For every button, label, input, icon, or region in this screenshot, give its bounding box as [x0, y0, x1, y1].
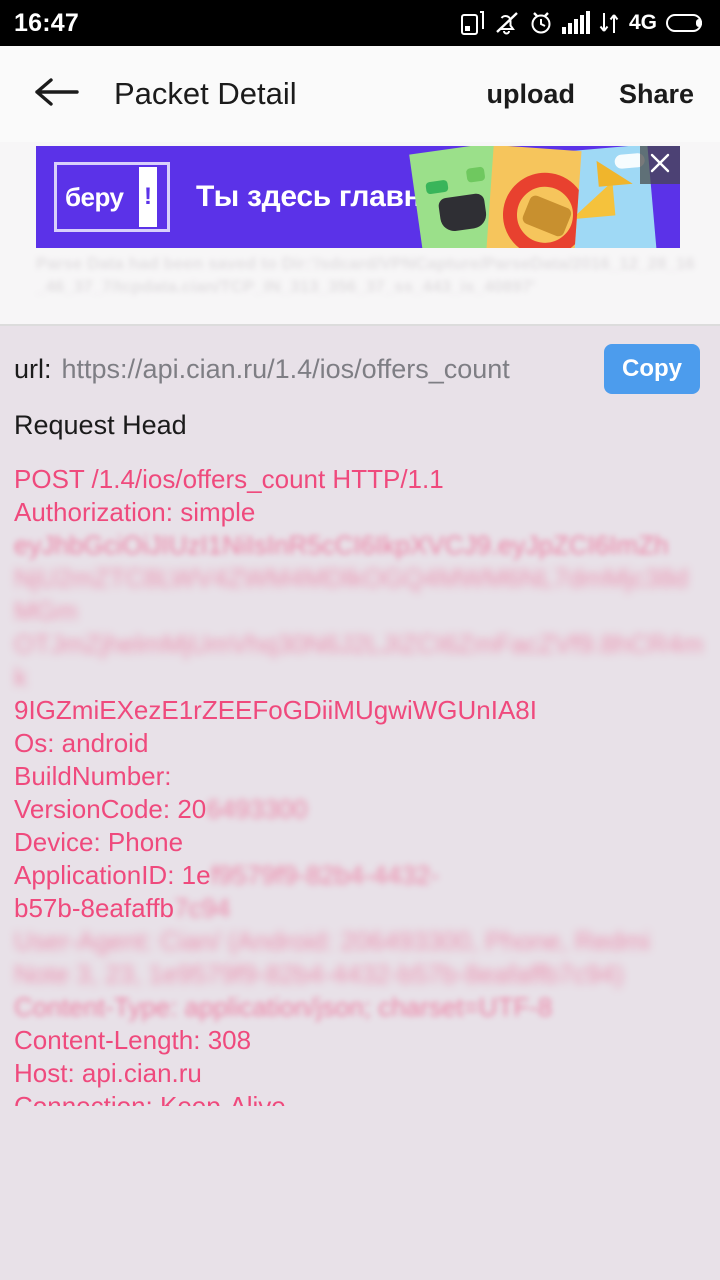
ad-logo-text: беру [65, 181, 124, 212]
request-head-line: Content-Type: application/json; charset=… [14, 992, 553, 1022]
packet-detail-content[interactable]: url: https://api.cian.ru/1.4/ios/offers_… [0, 326, 720, 1106]
app-bar: Packet Detail upload Share [0, 46, 720, 142]
ad-logo: беру ! [54, 162, 170, 232]
close-icon [649, 152, 671, 179]
data-transfer-icon [599, 11, 619, 35]
request-head-line: Host: api.cian.ru [14, 1058, 202, 1088]
request-head-line: ApplicationID: 1ef9579f9-82b4-4432- [14, 860, 439, 890]
request-head-line: eyJhbGciOiJIUzI1NiIsInR5cCI6IkpXVCJ9.eyJ… [14, 530, 669, 560]
request-head-lines[interactable]: POST /1.4/ios/offers_count HTTP/1.1 Autho… [0, 441, 720, 1106]
arrow-left-icon [33, 77, 79, 112]
page-title: Packet Detail [114, 76, 297, 111]
request-head-line: User-Agent: Cian/ (Android: 206493300, P… [14, 926, 650, 956]
ad-card-orange [486, 146, 582, 248]
request-head-line: VersionCode: 206493300 [14, 794, 308, 824]
ad-close-button[interactable] [640, 146, 680, 184]
url-label: url: [14, 353, 52, 384]
alarm-clock-icon [529, 10, 553, 36]
ad-logo-mark: ! [139, 167, 157, 227]
multi-window-icon [460, 10, 485, 36]
status-bar-clock: 16:47 [14, 8, 79, 37]
request-head-line: 9IGZmiEXezE1rZEEFoGDiiMUgwiWGUnIA8I [14, 695, 537, 725]
redacted-value: 6493300 [206, 794, 308, 824]
ad-artwork [409, 146, 657, 248]
redacted-value: 7c94 [174, 893, 231, 923]
request-head-line: Note 3, 23, 1e9579f9-82b4-4432-b57b-8eaf… [14, 959, 624, 989]
copy-button[interactable]: Copy [604, 344, 700, 394]
request-head-line: Device: Phone [14, 827, 184, 857]
request-head-line: BuildNumber: [14, 761, 172, 791]
status-bar-icons: 4G [460, 10, 706, 36]
status-bar: 16:47 4G [0, 0, 720, 46]
battery-icon [666, 12, 706, 34]
ad-banner-container: беру ! Ты здесь главный! [0, 142, 720, 252]
redacted-value: f9579f9-82b4-4432- [210, 860, 439, 890]
request-head-line: NjU2mZTC8LWV4ZWM4MDlkOGQ4MWM6NL7dmMjc38d… [14, 563, 689, 626]
request-head-line: Authorization: simple [14, 497, 256, 527]
network-type-label: 4G [628, 11, 657, 34]
mute-bell-icon [494, 10, 520, 36]
request-head-line: b57b-8eafaffb7c94 [14, 893, 231, 923]
toast-container: Parse Data had been saved to Dir:'/sdcar… [0, 252, 720, 324]
request-head-line: Os: android [14, 728, 149, 758]
back-button[interactable] [28, 66, 84, 122]
request-head-title: Request Head [14, 410, 187, 440]
ad-banner[interactable]: беру ! Ты здесь главный! [36, 146, 680, 248]
request-head-line: Content-Length: 308 [14, 1025, 252, 1055]
url-row: url: https://api.cian.ru/1.4/ios/offers_… [0, 326, 720, 394]
url-value: https://api.cian.ru/1.4/ios/offers_count [61, 353, 510, 384]
upload-button[interactable]: upload [482, 71, 579, 118]
signal-bars-icon [561, 11, 590, 35]
request-head-line: OTJmZjhelmMjUmVhq30N6J2LJIZCI6ZmFacZVf9.… [14, 629, 704, 692]
save-path-toast: Parse Data had been saved to Dir:'/sdcar… [36, 254, 695, 296]
request-head-line: POST /1.4/ios/offers_count HTTP/1.1 [14, 464, 444, 494]
request-head-line: Connection: Keep-Alive [14, 1091, 286, 1106]
share-button[interactable]: Share [615, 71, 698, 118]
